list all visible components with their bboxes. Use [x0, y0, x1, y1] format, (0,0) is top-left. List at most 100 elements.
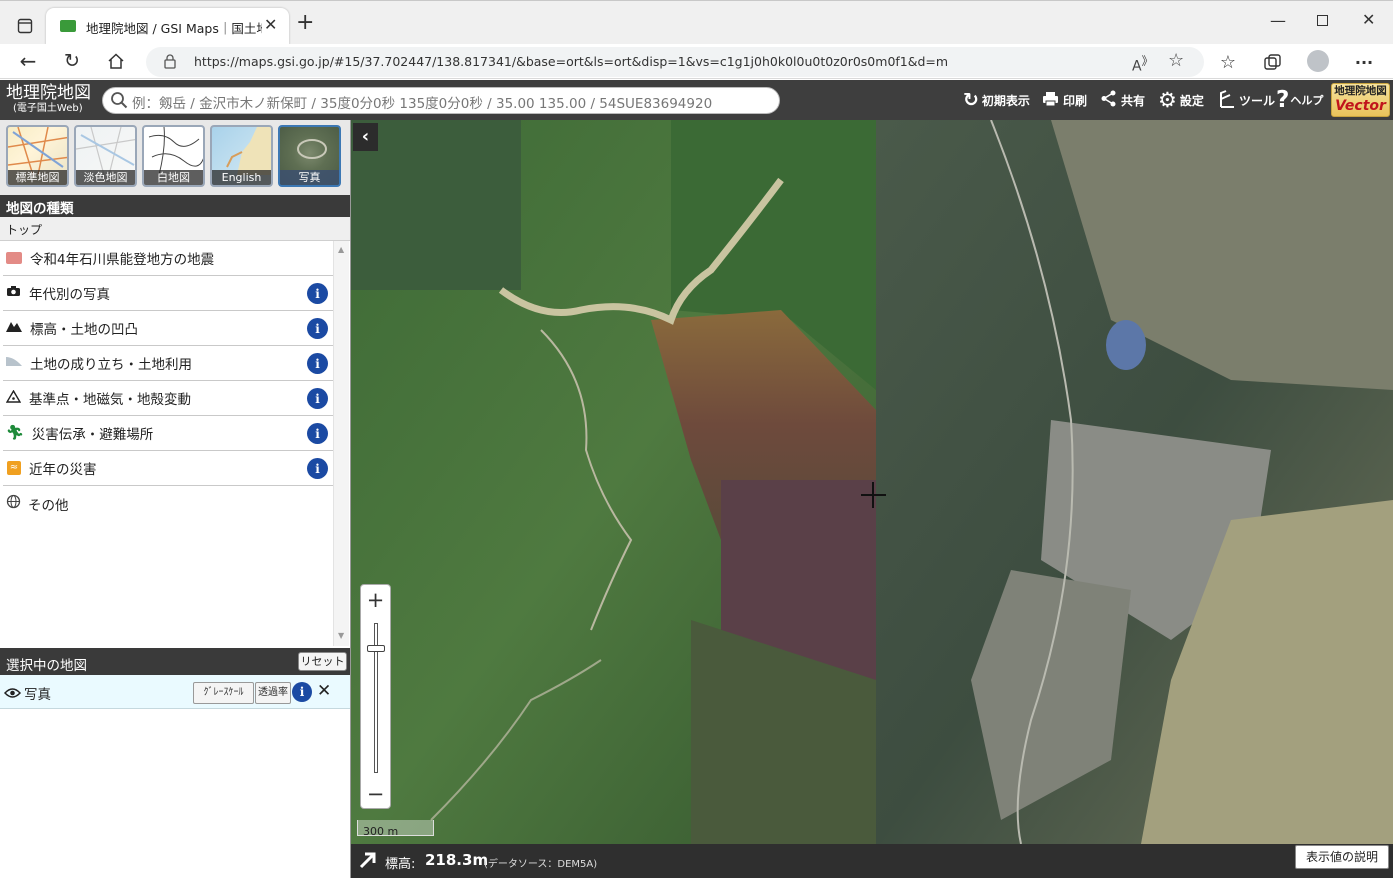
map-types-title-bar: 地図の種類	[0, 195, 350, 217]
triangle-icon	[5, 389, 22, 407]
reset-button[interactable]: リセット	[298, 652, 347, 671]
zoom-control: + −	[360, 584, 391, 809]
minimize-icon[interactable]: —	[1270, 11, 1286, 30]
more-menu-icon[interactable]: ···	[1352, 50, 1376, 74]
list-item[interactable]: 年代別の写真 i	[3, 276, 333, 311]
browser-tab[interactable]: 地理院地図 / GSI Maps｜国土地理 ✕	[46, 8, 289, 45]
info-icon[interactable]: i	[307, 353, 328, 374]
elevation-label: 標高:	[385, 857, 416, 872]
list-scrollbar[interactable]: ▲ ▼	[333, 241, 349, 646]
favicon-icon	[60, 20, 76, 32]
new-tab-icon[interactable]: +	[296, 10, 314, 35]
logo-title: 地理院地図	[6, 83, 91, 103]
scroll-down-icon[interactable]: ▼	[338, 631, 344, 640]
scale-bar: 300 m	[357, 820, 434, 838]
settings-button[interactable]: ⚙ 設定	[1158, 80, 1204, 120]
scale-label: 300 m	[363, 825, 399, 838]
scroll-up-icon[interactable]: ▲	[338, 245, 344, 254]
evacuation-icon: 🏃︎	[6, 425, 24, 441]
grayscale-button[interactable]: ｸﾞﾚｰｽｹｰﾙ	[193, 682, 254, 704]
folder-icon	[6, 252, 22, 264]
selected-layer-name: 写真	[24, 687, 51, 703]
panel-collapse-button[interactable]: ‹	[353, 123, 378, 151]
section-title: 地図の種類	[6, 201, 74, 217]
globe-icon	[6, 494, 21, 513]
vector-map-button[interactable]: 地理院地図 Vector	[1331, 83, 1390, 117]
info-icon[interactable]: i	[307, 388, 328, 409]
info-icon[interactable]: i	[307, 283, 328, 304]
tools-button[interactable]: ツール	[1218, 80, 1275, 120]
explain-button[interactable]: 表示値の説明	[1295, 845, 1389, 869]
camera-icon	[6, 285, 21, 301]
zoom-slider-handle[interactable]	[367, 645, 385, 652]
list-item[interactable]: ≈ 近年の災害 i	[3, 451, 333, 486]
site-logo[interactable]: 地理院地図 (電子国土Web)	[6, 84, 100, 118]
selected-layer-row[interactable]: 写真 ｸﾞﾚｰｽｹｰﾙ 透過率 i ✕	[0, 675, 350, 709]
list-item[interactable]: 土地の成り立ち・土地利用 i	[3, 346, 333, 381]
profile-avatar[interactable]	[1307, 50, 1329, 72]
mountain-icon	[6, 320, 22, 336]
search-input[interactable]: 例：剱岳 / 金沢市木ノ新保町 / 35度0分0秒 135度0分0秒 / 35.…	[132, 92, 712, 112]
help-button[interactable]: ? ヘルプ	[1276, 80, 1323, 120]
list-item[interactable]: 標高・土地の凹凸 i	[3, 311, 333, 346]
tab-title: 地理院地図 / GSI Maps｜国土地理	[86, 21, 262, 36]
maximize-icon[interactable]	[1317, 15, 1328, 26]
info-icon[interactable]: i	[307, 423, 328, 444]
printer-icon	[1042, 91, 1059, 110]
search-icon[interactable]	[110, 91, 128, 109]
url-box[interactable]: https://maps.gsi.go.jp/#15/37.702447/138…	[146, 47, 1204, 77]
aerial-photo[interactable]	[351, 120, 1393, 844]
list-item[interactable]: 基準点・地磁気・地殻変動 i	[3, 381, 333, 416]
info-icon[interactable]: i	[307, 458, 328, 479]
thumbnail-photo[interactable]: 写真	[278, 125, 341, 187]
opacity-button[interactable]: 透過率	[255, 682, 291, 704]
window-close-icon[interactable]: ✕	[1362, 10, 1375, 29]
info-icon[interactable]: i	[292, 682, 312, 702]
list-item[interactable]: 令和4年石川県能登地方の地震	[3, 241, 333, 276]
add-favorite-icon[interactable]: ☆	[1168, 50, 1184, 71]
zoom-out-button[interactable]: −	[361, 780, 390, 810]
url-text[interactable]: https://maps.gsi.go.jp/#15/37.702447/138…	[194, 54, 948, 69]
share-button[interactable]: 共有	[1100, 80, 1145, 120]
reload-icon[interactable]: ↻	[60, 49, 84, 73]
collections-icon[interactable]	[1260, 50, 1284, 74]
elevation-value: 218.3m	[425, 851, 489, 869]
back-icon[interactable]: ←	[16, 49, 40, 73]
eye-icon[interactable]	[3, 684, 22, 703]
favorites-icon[interactable]: ☆	[1216, 50, 1240, 74]
gsi-header: 地理院地図 (電子国土Web) 例：剱岳 / 金沢市木ノ新保町 / 35度0分0…	[0, 80, 1393, 120]
vector-label-top: 地理院地図	[1334, 85, 1387, 97]
remove-layer-icon[interactable]: ✕	[317, 681, 331, 701]
thumbnail-standard[interactable]: 標準地図	[6, 125, 69, 187]
thumbnail-label: 写真	[280, 170, 339, 185]
zoom-in-button[interactable]: +	[361, 585, 390, 615]
breadcrumb-top[interactable]: トップ	[6, 221, 42, 238]
home-icon[interactable]	[104, 49, 128, 73]
print-button[interactable]: 印刷	[1042, 80, 1087, 120]
breadcrumb: トップ	[0, 217, 350, 241]
thumbnail-label: 白地図	[144, 170, 203, 185]
init-view-button[interactable]: ↻ 初期表示	[963, 80, 1030, 120]
search-box[interactable]: 例：剱岳 / 金沢市木ノ新保町 / 35度0分0秒 135度0分0秒 / 35.…	[102, 87, 780, 114]
arrow-icon[interactable]	[359, 851, 377, 873]
browser-tab-bar: 地理院地図 / GSI Maps｜国土地理 ✕ + — ✕	[0, 0, 1393, 45]
selected-map-title: 選択中の地図	[6, 658, 87, 674]
read-aloud-icon[interactable]: A》	[1132, 52, 1153, 75]
lock-icon[interactable]	[164, 54, 176, 69]
list-item[interactable]: その他	[3, 486, 333, 521]
tab-actions-icon[interactable]	[14, 15, 36, 37]
thumbnail-blank[interactable]: 白地図	[142, 125, 205, 187]
map-type-list: 令和4年石川県能登地方の地震 年代別の写真 i 標高・土地の凹凸 i 土地の成り…	[0, 241, 350, 646]
thumbnail-pale[interactable]: 淡色地図	[74, 125, 137, 187]
map-view[interactable]: ‹ + − 300 m	[351, 120, 1393, 844]
info-icon[interactable]: i	[307, 318, 328, 339]
disaster-icon: ≈	[7, 461, 21, 475]
list-item[interactable]: 🏃︎ 災害伝承・避難場所 i	[3, 416, 333, 451]
browser-address-bar: ← ↻ https://maps.gsi.go.jp/#15/37.702447…	[0, 44, 1393, 79]
tab-close-icon[interactable]: ✕	[264, 15, 277, 34]
gear-icon: ⚙	[1158, 88, 1177, 112]
data-source: (データソース：DEM5A)	[484, 859, 598, 870]
logo-subtitle: (電子国土Web)	[13, 103, 83, 114]
thumbnail-english[interactable]: English	[210, 125, 273, 187]
left-panel: 標準地図 淡色地図 白地図 English 写真 地図の種類 トップ 令和4年石…	[0, 120, 351, 878]
